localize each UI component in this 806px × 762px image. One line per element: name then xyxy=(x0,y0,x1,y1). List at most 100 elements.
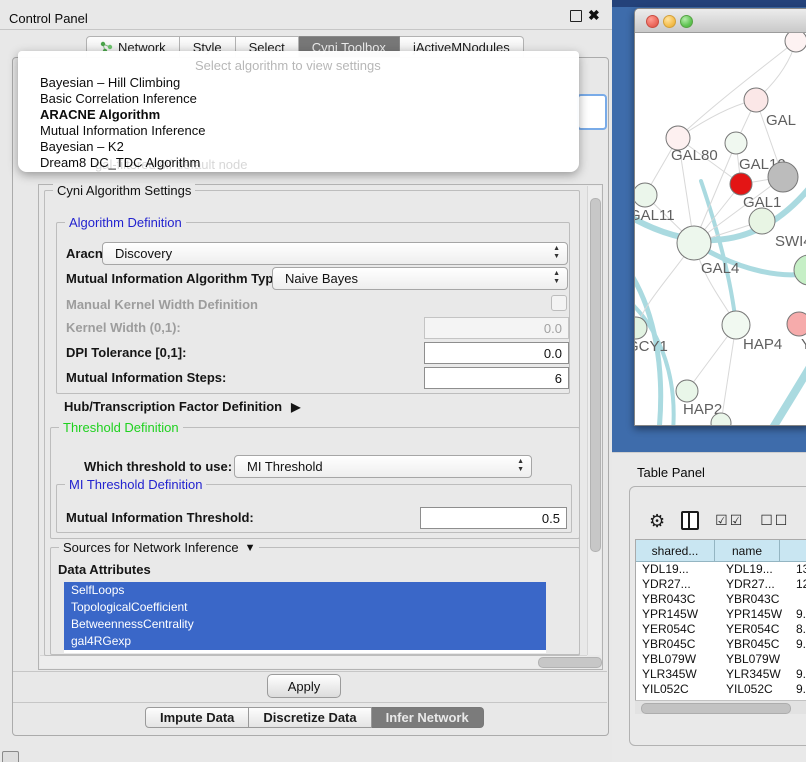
unchecked-columns-icon[interactable]: ☐☐ xyxy=(760,512,789,529)
column-header-shared-[interactable]: shared... xyxy=(636,540,715,562)
close-icon[interactable]: ✖ xyxy=(588,8,600,22)
float-window-icon[interactable] xyxy=(570,10,582,22)
network-node-gal4[interactable] xyxy=(677,226,711,260)
mi-threshold-input[interactable]: 0.5 xyxy=(420,507,567,529)
gear-icon[interactable]: ⚙ xyxy=(649,512,665,530)
network-edge-thick[interactable] xyxy=(771,355,806,425)
table-cell: YIL052C xyxy=(636,682,720,697)
table-row[interactable]: YER054CYER054C8. xyxy=(636,622,806,637)
table-row[interactable]: YDR27...YDR27...12 xyxy=(636,577,806,592)
table-row[interactable]: YLR345WYLR345W9. xyxy=(636,667,806,682)
network-node-gal1[interactable] xyxy=(730,173,752,195)
mini-palette-icon[interactable] xyxy=(2,751,19,762)
mi-steps-label: Mutual Information Steps: xyxy=(66,370,226,385)
network-node-gal[interactable] xyxy=(744,88,768,112)
network-node-gal10[interactable] xyxy=(725,132,747,154)
algorithm-option-aracne-algorithm[interactable]: ARACNE Algorithm xyxy=(18,107,579,123)
apply-divider xyxy=(13,671,607,672)
attribute-item-topologicalcoefficient[interactable]: TopologicalCoefficient xyxy=(64,599,546,616)
table-scroll-thumb[interactable] xyxy=(641,703,791,714)
table-toolbar: ⚙ ☑☑ ☐☐ xyxy=(649,509,806,532)
algorithm-option-bayesian-hill-climbing[interactable]: Bayesian – Hill Climbing xyxy=(18,75,579,91)
table-cell: YDL19... xyxy=(636,562,720,577)
attribute-item-gal4rgexp[interactable]: gal4RGexp xyxy=(64,633,546,650)
table-row[interactable]: YBR043CYBR043C xyxy=(636,592,806,607)
node-label: GCY1 xyxy=(635,338,668,355)
network-edge[interactable] xyxy=(678,100,756,138)
network-node[interactable] xyxy=(785,33,806,52)
mi-algorithm-type-select[interactable]: Naive Bayes ▲▼ xyxy=(272,267,568,290)
network-node-y[interactable] xyxy=(787,312,806,336)
network-edge[interactable] xyxy=(721,325,736,423)
apply-button[interactable]: Apply xyxy=(267,674,341,698)
spinner-arrows-icon: ▲▼ xyxy=(553,270,560,286)
table-cell: 13 xyxy=(790,562,806,577)
attribute-item-selfloops[interactable]: SelfLoops xyxy=(64,582,546,599)
hub-transcription-expander[interactable]: Hub/Transcription Factor Definition ▶ xyxy=(64,399,300,414)
table-cell: 9. xyxy=(790,637,806,652)
minimize-button[interactable] xyxy=(663,15,676,28)
network-node[interactable] xyxy=(794,255,806,285)
zoom-button[interactable] xyxy=(680,15,693,28)
dpi-tolerance-input[interactable]: 0.0 xyxy=(424,342,569,364)
algorithm-option-list: Bayesian – Hill ClimbingBasic Correlatio… xyxy=(18,75,579,171)
algorithm-option-dream8-dc-tdc-algorithm[interactable]: Dream8 DC_TDC Algorithm xyxy=(18,155,579,171)
network-window-titlebar[interactable] xyxy=(635,9,806,33)
bottom-tab-infer-network[interactable]: Infer Network xyxy=(372,707,484,728)
aracne-mode-select[interactable]: Discovery ▲▼ xyxy=(102,242,568,265)
checked-columns-icon[interactable]: ☑☑ xyxy=(715,512,744,529)
column-header-2[interactable] xyxy=(780,540,806,562)
data-attributes-list[interactable]: SelfLoopsTopologicalCoefficientBetweenne… xyxy=(64,582,546,653)
bottom-tabs-divider xyxy=(13,702,607,703)
node-label: GAL xyxy=(766,112,796,129)
table-row[interactable]: YBR045CYBR045C9. xyxy=(636,637,806,652)
settings-horizontal-scrollbar[interactable] xyxy=(40,655,587,668)
aracne-mode-value: Discovery xyxy=(115,246,172,261)
table-row[interactable]: YIL052CYIL052C9. xyxy=(636,682,806,697)
table-cell: YDL19... xyxy=(720,562,790,577)
settings-group-title: Cyni Algorithm Settings xyxy=(53,183,195,198)
network-node-swi4[interactable] xyxy=(749,208,775,234)
table-horizontal-scrollbar[interactable] xyxy=(635,700,806,714)
mi-steps-input[interactable]: 6 xyxy=(424,367,569,389)
table-panel: ⚙ ☑☑ ☐☐ shared...name YDL19...YDL19...13… xyxy=(629,486,806,746)
table-cell: YDR27... xyxy=(720,577,790,592)
bottom-tab-discretize-data[interactable]: Discretize Data xyxy=(249,707,371,728)
manual-kernel-width-checkbox[interactable] xyxy=(551,295,567,311)
table-cell: YIL052C xyxy=(720,682,790,697)
attribute-item-betweennesscentrality[interactable]: BetweennessCentrality xyxy=(64,616,546,633)
close-button[interactable] xyxy=(646,15,659,28)
expand-right-arrow-icon[interactable]: ▶ xyxy=(291,400,300,414)
algorithm-option-basic-correlation-inference[interactable]: Basic Correlation Inference xyxy=(18,91,579,107)
control-panel-title: Control Panel xyxy=(9,11,88,26)
node-table[interactable]: shared...name YDL19...YDL19...13YDR27...… xyxy=(635,539,806,701)
table-cell: YLR345W xyxy=(636,667,720,682)
network-window[interactable]: GALGAL80GAL10GAL1GAL11SWI4GAL4GCY1HAP4YH… xyxy=(634,8,806,426)
network-node-gal11[interactable] xyxy=(635,183,657,207)
algorithm-option-mutual-information-inference[interactable]: Mutual Information Inference xyxy=(18,123,579,139)
which-threshold-value: MI Threshold xyxy=(247,459,323,474)
horizontal-scroll-thumb[interactable] xyxy=(538,657,602,668)
sources-title[interactable]: Sources for Network Inference ▼ xyxy=(59,540,259,555)
vertical-scroll-thumb[interactable] xyxy=(590,198,601,552)
table-cell: YBL079W xyxy=(636,652,720,667)
settings-vertical-scrollbar[interactable] xyxy=(587,186,601,655)
algorithm-option-bayesian-k2[interactable]: Bayesian – K2 xyxy=(18,139,579,155)
split-columns-icon[interactable] xyxy=(681,511,699,530)
dpi-tolerance-value: 0.0 xyxy=(544,346,562,361)
collapse-down-arrow-icon[interactable]: ▼ xyxy=(245,542,256,554)
table-row[interactable]: YPR145WYPR145W9. xyxy=(636,607,806,622)
node-label: HAP4 xyxy=(743,336,782,353)
network-canvas-svg[interactable]: GALGAL80GAL10GAL1GAL11SWI4GAL4GCY1HAP4YH… xyxy=(635,33,806,425)
network-node-hap2[interactable] xyxy=(676,380,698,402)
bottom-tab-bar: Impute DataDiscretize DataInfer Network xyxy=(145,707,484,728)
which-threshold-select[interactable]: MI Threshold ▲▼ xyxy=(234,455,532,478)
network-node-hap4[interactable] xyxy=(722,311,750,339)
bottom-tab-impute-data[interactable]: Impute Data xyxy=(145,707,249,728)
table-row[interactable]: YDL19...YDL19...13 xyxy=(636,562,806,577)
hub-transcription-label: Hub/Transcription Factor Definition xyxy=(64,399,282,414)
table-row[interactable]: YBL079WYBL079W xyxy=(636,652,806,667)
column-header-name[interactable]: name xyxy=(715,540,780,562)
network-node[interactable] xyxy=(768,162,798,192)
table-cell: YLR345W xyxy=(720,667,790,682)
